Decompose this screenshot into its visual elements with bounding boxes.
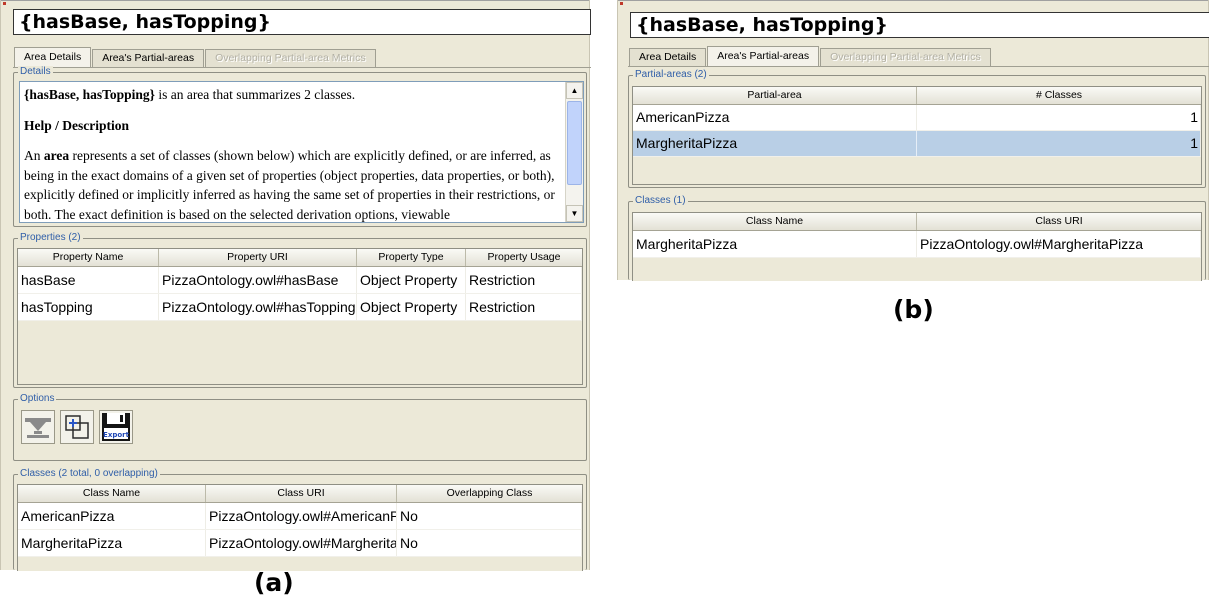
panel-a-tabs: Area Details Area's Partial-areas Overla… <box>14 47 377 67</box>
details-text: {hasBase, hasTopping} is an area that su… <box>20 82 583 222</box>
overlapping-cell: No <box>397 503 582 529</box>
area-title: {hasBase, hasTopping} <box>630 12 1209 38</box>
properties-table-header: Property Name Property URI Property Type… <box>18 249 582 267</box>
col-overlapping-class[interactable]: Overlapping Class <box>397 485 582 502</box>
partial-areas-group-title: Partial-areas (2) <box>633 69 709 81</box>
col-property-name[interactable]: Property Name <box>18 249 159 266</box>
tab-overlapping-metrics[interactable]: Overlapping Partial-area Metrics <box>205 49 376 67</box>
class-name-cell: MargheritaPizza <box>18 530 206 556</box>
property-type-cell: Object Property <box>357 294 466 320</box>
col-class-count[interactable]: # Classes <box>917 87 1201 104</box>
window-top-edge <box>618 0 1208 6</box>
partial-area-count-cell: 1 <box>917 131 1201 156</box>
panel-b-classes-group: Classes (1) Class Name Class URI Margher… <box>628 195 1206 281</box>
details-group: Details {hasBase, hasTopping} is an area… <box>13 66 587 227</box>
tab-overlapping-metrics[interactable]: Overlapping Partial-area Metrics <box>820 48 991 66</box>
summary-text: is an area that summarizes 2 classes. <box>154 87 356 102</box>
window-marker-icon <box>3 2 6 5</box>
partial-areas-panel: {hasBase, hasTopping} Area Details Area'… <box>617 0 1209 281</box>
help-heading: Help / Description <box>24 117 129 133</box>
details-group-title: Details <box>18 66 53 78</box>
tab-areas-partial-areas[interactable]: Area's Partial-areas <box>92 49 205 67</box>
overlapping-cell: No <box>397 530 582 556</box>
property-name-cell: hasTopping <box>18 294 159 320</box>
area-details-panel: {hasBase, hasTopping} Area Details Area'… <box>0 0 591 571</box>
property-type-cell: Object Property <box>357 267 466 293</box>
properties-table: Property Name Property URI Property Type… <box>17 248 583 385</box>
panel-b-classes-group-title: Classes (1) <box>633 195 688 207</box>
partial-area-name-cell: AmericanPizza <box>633 105 917 130</box>
partial-area-name-cell: MargheritaPizza <box>633 131 917 156</box>
table-row[interactable]: MargheritaPizza PizzaOntology.owl#Marghe… <box>18 530 582 557</box>
save-disk-icon: Export <box>102 413 130 441</box>
export-button[interactable]: Export <box>99 410 133 444</box>
col-class-name[interactable]: Class Name <box>18 485 206 502</box>
tab-areas-partial-areas[interactable]: Area's Partial-areas <box>707 46 820 66</box>
class-name-cell: MargheritaPizza <box>633 231 917 257</box>
desc-prefix: An <box>24 148 44 163</box>
col-class-name[interactable]: Class Name <box>633 213 917 230</box>
desc-bold-term: area <box>43 148 70 163</box>
classes-group: Classes (2 total, 0 overlapping) Class N… <box>13 468 587 571</box>
panel-b-classes-table-header: Class Name Class URI <box>633 213 1201 231</box>
properties-group: Properties (2) Property Name Property UR… <box>13 232 587 388</box>
property-name-cell: hasBase <box>18 267 159 293</box>
summary-area-name: {hasBase, hasTopping} <box>24 87 155 102</box>
scroll-up-icon[interactable]: ▲ <box>566 82 583 99</box>
area-title: {hasBase, hasTopping} <box>13 9 591 35</box>
class-name-cell: AmericanPizza <box>18 503 206 529</box>
classes-table: Class Name Class URI Overlapping Class A… <box>17 484 583 571</box>
table-row[interactable]: hasTopping PizzaOntology.owl#hasTopping … <box>18 294 582 321</box>
tab-area-details[interactable]: Area Details <box>14 47 92 67</box>
caption-b: (b) <box>893 295 934 324</box>
partial-areas-group: Partial-areas (2) Partial-area # Classes… <box>628 69 1206 188</box>
classes-table-header: Class Name Class URI Overlapping Class <box>18 485 582 503</box>
property-usage-cell: Restriction <box>466 267 582 293</box>
property-uri-cell: PizzaOntology.owl#hasBase <box>159 267 357 293</box>
panel-b-classes-table: Class Name Class URI MargheritaPizza Piz… <box>632 212 1202 281</box>
scroll-thumb[interactable] <box>567 101 582 185</box>
panel-b-tabs: Area Details Area's Partial-areas Overla… <box>629 46 992 66</box>
col-class-uri[interactable]: Class URI <box>206 485 397 502</box>
col-property-uri[interactable]: Property URI <box>159 249 357 266</box>
scroll-down-icon[interactable]: ▼ <box>566 205 583 222</box>
hierarchy-icon <box>25 418 51 438</box>
desc-text: represents a set of classes (shown below… <box>24 148 555 222</box>
table-row[interactable]: hasBase PizzaOntology.owl#hasBase Object… <box>18 267 582 294</box>
col-partial-area[interactable]: Partial-area <box>633 87 917 104</box>
col-property-type[interactable]: Property Type <box>357 249 466 266</box>
properties-group-title: Properties (2) <box>18 232 83 244</box>
tab-baseline <box>628 66 1209 67</box>
class-uri-cell: PizzaOntology.owl#Margherita <box>206 530 397 556</box>
expand-plus-icon <box>65 415 89 439</box>
tab-baseline <box>13 67 591 68</box>
details-text-area[interactable]: {hasBase, hasTopping} is an area that su… <box>19 81 584 223</box>
table-row[interactable]: AmericanPizza PizzaOntology.owl#American… <box>18 503 582 530</box>
partial-area-count-cell: 1 <box>917 105 1201 130</box>
window-marker-icon <box>620 2 623 5</box>
caption-a: (a) <box>254 568 294 597</box>
table-row-selected[interactable]: MargheritaPizza 1 <box>633 131 1201 157</box>
classes-group-title: Classes (2 total, 0 overlapping) <box>18 468 160 480</box>
window-top-edge <box>1 0 589 6</box>
table-row[interactable]: AmericanPizza 1 <box>633 105 1201 131</box>
col-property-usage[interactable]: Property Usage <box>466 249 582 266</box>
expand-button[interactable] <box>60 410 94 444</box>
partial-areas-table: Partial-area # Classes AmericanPizza 1 M… <box>632 86 1202 185</box>
details-scrollbar[interactable]: ▲ ▼ <box>565 82 583 222</box>
partial-areas-table-header: Partial-area # Classes <box>633 87 1201 105</box>
property-usage-cell: Restriction <box>466 294 582 320</box>
class-uri-cell: PizzaOntology.owl#MargheritaPizza <box>917 231 1201 257</box>
hierarchy-button[interactable] <box>21 410 55 444</box>
tab-area-details[interactable]: Area Details <box>629 48 707 66</box>
table-row[interactable]: MargheritaPizza PizzaOntology.owl#Marghe… <box>633 231 1201 258</box>
options-group-title: Options <box>18 393 57 405</box>
class-uri-cell: PizzaOntology.owl#AmericanP <box>206 503 397 529</box>
property-uri-cell: PizzaOntology.owl#hasTopping <box>159 294 357 320</box>
export-label: Export <box>103 431 130 439</box>
col-class-uri[interactable]: Class URI <box>917 213 1201 230</box>
options-group: Options Export <box>13 393 587 461</box>
